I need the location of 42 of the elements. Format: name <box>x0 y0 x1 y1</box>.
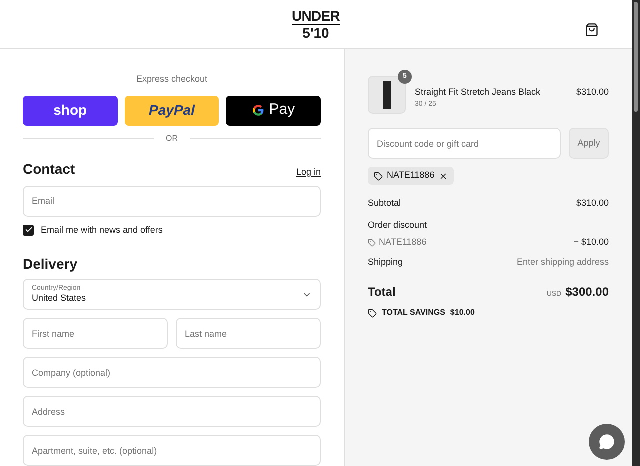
summary-label: Order discount <box>368 218 428 232</box>
summary-label: Shipping <box>368 256 404 269</box>
section-title: Delivery <box>23 255 78 274</box>
tag-icon <box>368 308 377 318</box>
total-label: Total <box>368 284 396 301</box>
tag-icon <box>368 238 376 247</box>
section-title: Contact <box>23 160 76 178</box>
discount-code: NATE11886 <box>387 169 435 182</box>
close-icon[interactable] <box>438 172 448 180</box>
product-name: Straight Fit Stretch Jeans Black <box>415 86 542 99</box>
input-field[interactable]: Email <box>23 186 321 216</box>
savings-label: TOTAL SAVINGS <box>382 307 446 319</box>
chat-icon <box>599 434 615 450</box>
total-value: $300.00 <box>566 284 609 301</box>
paypal-button[interactable]: PayPal <box>124 96 220 126</box>
summary-value: Enter shipping address <box>516 256 609 269</box>
product-price: $310.00 <box>576 86 609 99</box>
google-pay-button[interactable]: Pay <box>226 96 322 126</box>
input-field[interactable]: Last name <box>176 318 321 349</box>
logo-text: 5'10 <box>302 26 330 40</box>
logo-text: UNDER <box>292 8 340 24</box>
login-link[interactable]: Log in <box>296 166 321 180</box>
summary-label: Subtotal <box>368 197 402 210</box>
input-field[interactable]: Apartment, suite, etc. (optional) <box>23 435 321 466</box>
input-field[interactable]: Company (optional) <box>23 357 321 388</box>
shop-pay-button[interactable]: shop <box>23 96 118 126</box>
divider-text: OR <box>166 132 178 144</box>
input-field[interactable]: First name <box>23 318 168 349</box>
tag-icon <box>374 172 383 180</box>
discount-code: NATE11886 <box>379 236 427 249</box>
input-field[interactable]: Discount code or gift card <box>368 128 561 159</box>
select-value: United States <box>32 293 86 304</box>
summary-value: − $10.00 <box>574 236 609 249</box>
input-field[interactable]: Address <box>23 396 321 427</box>
shopping-bag-icon[interactable] <box>585 23 599 37</box>
apply-button[interactable]: Apply <box>569 128 609 159</box>
checkbox-label: Email me with news and offers <box>41 224 163 236</box>
section-title: Express checkout <box>135 73 209 86</box>
summary-value: $310.00 <box>576 197 609 210</box>
checkbox[interactable] <box>23 224 34 236</box>
google-logo-icon <box>252 104 266 117</box>
savings-value: $10.00 <box>450 307 475 319</box>
